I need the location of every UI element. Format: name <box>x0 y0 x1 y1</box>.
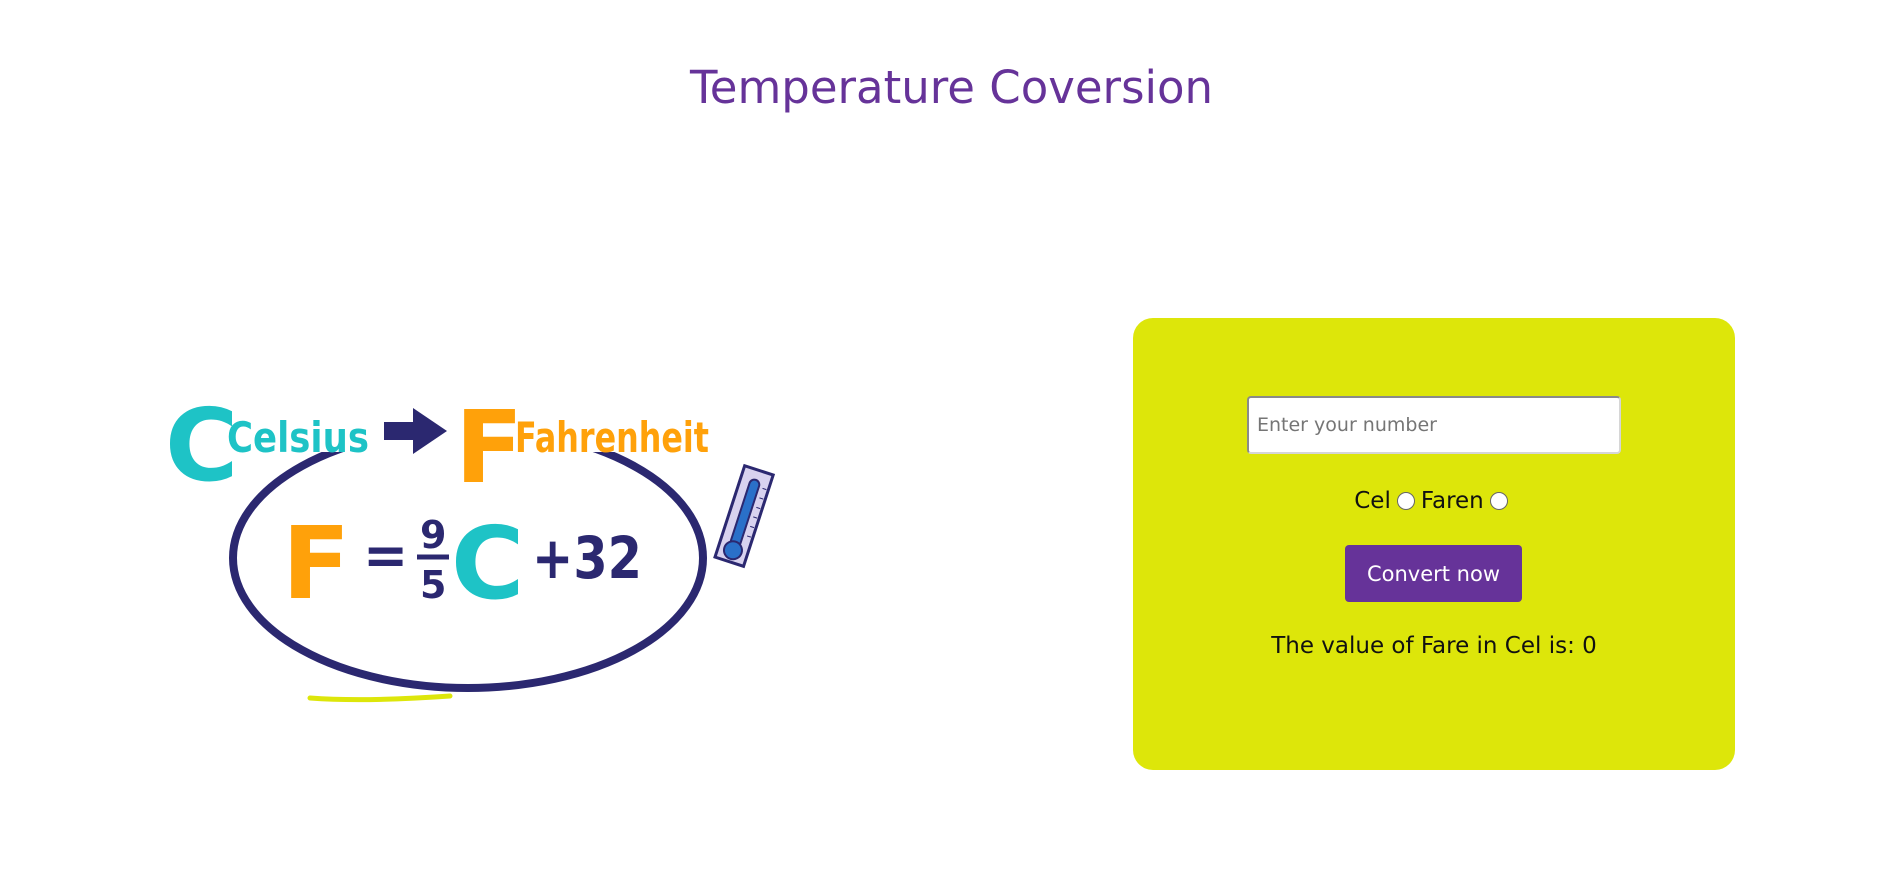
convert-now-button[interactable]: Convert now <box>1345 545 1522 602</box>
thermometer-icon <box>713 463 776 569</box>
radio-faren[interactable] <box>1489 492 1508 510</box>
radio-option-cel[interactable]: Cel <box>1354 486 1421 516</box>
radio-option-faren[interactable]: Faren <box>1421 486 1514 516</box>
formula-denominator: 5 <box>420 563 446 607</box>
page: Temperature Coversion C Celsius F Fahren… <box>0 0 1903 892</box>
formula-c: C <box>451 505 524 622</box>
fahrenheit-label: Fahrenheit <box>515 413 709 462</box>
formula-equals: = <box>363 524 408 587</box>
unit-radio-group: Cel Faren <box>1133 486 1735 516</box>
celsius-fahrenheit-illustration: C Celsius F Fahrenheit F = 9 5 C +32 <box>165 380 776 703</box>
radio-label-cel: Cel <box>1354 488 1391 514</box>
number-input[interactable] <box>1247 396 1621 454</box>
celsius-label: Celsius <box>227 413 369 462</box>
radio-cel[interactable] <box>1396 492 1415 510</box>
yellow-underline <box>307 693 453 703</box>
page-title: Temperature Coversion <box>689 61 1214 114</box>
formula-numerator: 9 <box>420 513 446 557</box>
result-text: The value of Fare in Cel is: 0 <box>1271 633 1597 659</box>
formula-plus-32: +32 <box>532 524 642 592</box>
fahrenheit-big-f: F <box>455 389 523 506</box>
formula-f: F <box>282 505 350 622</box>
radio-label-faren: Faren <box>1420 488 1484 514</box>
conversion-card: Cel Faren Convert now The value of Fare … <box>1133 318 1735 770</box>
